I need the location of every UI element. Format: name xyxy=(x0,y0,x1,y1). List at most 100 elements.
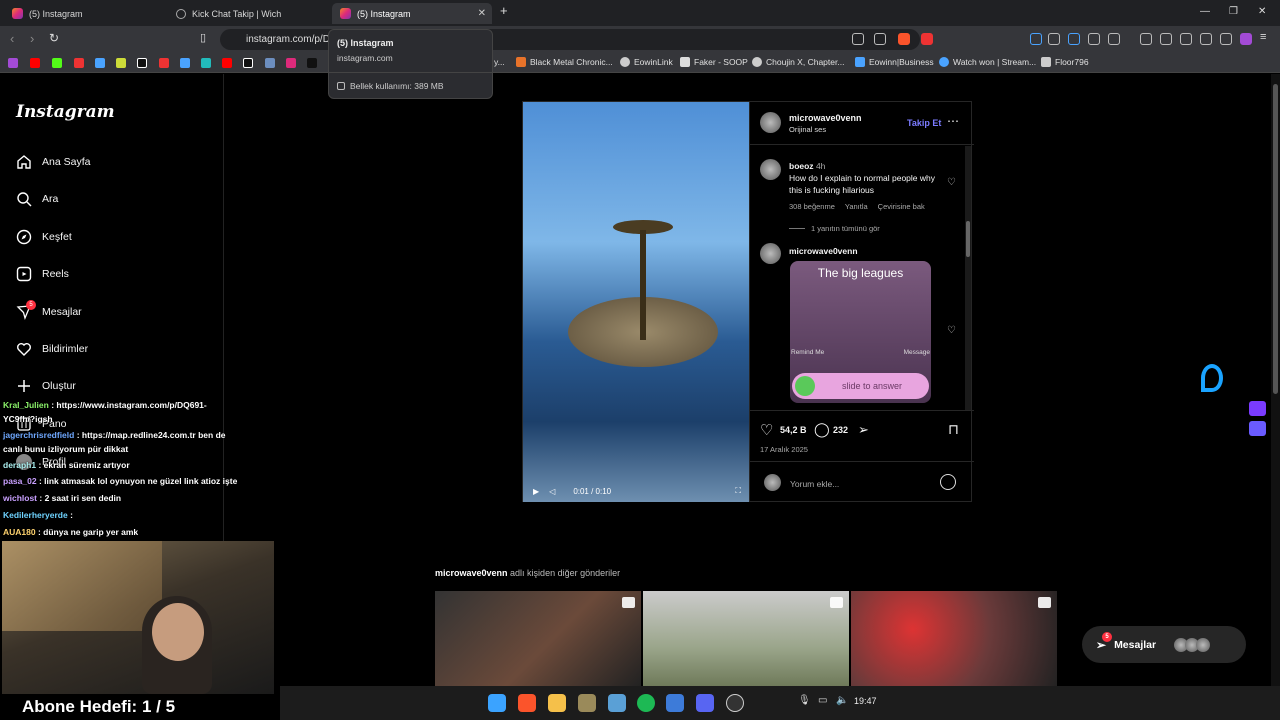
like-comment-icon[interactable]: ♡ xyxy=(947,325,956,336)
discord-icon[interactable] xyxy=(696,694,714,712)
tab-kick-chat[interactable]: Kick Chat Takip | Wich xyxy=(168,3,328,24)
bookmark-favicon[interactable] xyxy=(95,58,105,68)
reload-icon[interactable]: ↻ xyxy=(49,31,59,45)
obs-icon[interactable] xyxy=(726,694,744,712)
post-thumbnail[interactable] xyxy=(643,591,849,686)
network-icon[interactable]: ▭ xyxy=(818,695,827,706)
forward-icon[interactable]: › xyxy=(30,31,34,46)
bookmark-item[interactable]: Watch won | Stream... xyxy=(939,57,1036,67)
sidebar-item-home[interactable]: Ana Sayfa xyxy=(16,154,90,170)
post-thumbnail[interactable] xyxy=(851,591,1057,686)
spotify-icon[interactable] xyxy=(637,694,655,712)
extension-location-icon[interactable] xyxy=(1201,364,1223,392)
post-thumbnail[interactable] xyxy=(435,591,641,686)
extension-icon[interactable] xyxy=(1068,33,1080,45)
profile-icon[interactable] xyxy=(1240,33,1252,45)
x-icon[interactable] xyxy=(243,58,253,68)
sidebar-item-create[interactable]: Oluştur xyxy=(16,378,76,394)
follow-button[interactable]: Takip Et xyxy=(907,118,941,128)
bookmark-favicon[interactable] xyxy=(265,58,275,68)
app-icon[interactable] xyxy=(578,694,596,712)
view-replies-button[interactable]: 1 yanıtın tümünü gör xyxy=(789,224,880,233)
bookmark-favicon[interactable] xyxy=(116,58,126,68)
sidebar-item-explore[interactable]: Keşfet xyxy=(16,229,72,245)
share-icon[interactable]: ➢ xyxy=(858,422,869,438)
bookmark-item[interactable]: Eowinn|Business xyxy=(855,57,934,67)
bookmark-favicon[interactable] xyxy=(180,58,190,68)
tab-instagram-active[interactable]: (5) Instagram ✕ xyxy=(332,3,492,24)
volume-icon[interactable]: ◁ xyxy=(549,487,555,496)
share-icon[interactable] xyxy=(874,33,886,45)
new-tab-icon[interactable]: + xyxy=(500,3,508,18)
comment-icon[interactable]: ◯ xyxy=(814,421,830,438)
extension-side-icon[interactable] xyxy=(1249,401,1266,416)
reply-image[interactable]: The big leagues Remind Me Message slide … xyxy=(790,261,931,403)
fullscreen-icon[interactable]: ⛶ xyxy=(735,486,741,496)
open-external-icon[interactable] xyxy=(852,33,864,45)
post-video[interactable]: ▶ ◁ 0:01 / 0:10 ⛶ xyxy=(523,102,749,502)
like-icon[interactable]: ♡ xyxy=(760,421,773,439)
restore-icon[interactable]: ❐ xyxy=(1229,6,1238,17)
tiktok-icon[interactable] xyxy=(137,58,147,68)
brave-icon[interactable] xyxy=(518,694,536,712)
youtube-icon[interactable] xyxy=(222,58,232,68)
reply-button[interactable]: Yanıtla xyxy=(845,202,868,211)
bookmark-item[interactable]: Faker - SOOP xyxy=(680,57,748,67)
close-window-icon[interactable]: ✕ xyxy=(1258,6,1266,17)
comment-user[interactable]: boeoz xyxy=(789,161,814,171)
extension-translate-icon[interactable] xyxy=(1030,33,1042,45)
bookmark-item[interactable]: Choujin X, Chapter... xyxy=(752,57,844,67)
windows-start-icon[interactable] xyxy=(488,694,506,712)
sidebar-toggle-icon[interactable] xyxy=(1160,33,1172,45)
bookmark-item[interactable]: Black Metal Chronic... xyxy=(516,57,613,67)
sidebar-item-reels[interactable]: Reels xyxy=(16,266,69,282)
sidebar-item-notifications[interactable]: Bildirimler xyxy=(16,341,88,357)
instagram-icon[interactable] xyxy=(286,58,296,68)
page-scrollbar[interactable] xyxy=(1271,74,1280,686)
wallet-icon[interactable] xyxy=(1180,33,1192,45)
youtube-icon[interactable] xyxy=(30,58,40,68)
bookmark-icon[interactable]: ▯ xyxy=(200,31,206,44)
save-icon[interactable]: ⊓ xyxy=(948,421,959,438)
extension-side-icon[interactable] xyxy=(1249,421,1266,436)
comment-likes[interactable]: 308 beğenme xyxy=(789,202,835,211)
photos-icon[interactable] xyxy=(608,694,626,712)
close-tab-icon[interactable]: ✕ xyxy=(478,8,486,19)
menu-icon[interactable]: ≡ xyxy=(1260,31,1266,43)
bookmark-favicon[interactable] xyxy=(307,58,317,68)
bookmark-favicon[interactable] xyxy=(201,58,211,68)
extension-icon[interactable] xyxy=(1048,33,1060,45)
bookmark-item[interactable]: EowinLink xyxy=(620,57,673,67)
author-avatar[interactable] xyxy=(760,112,781,133)
address-bar[interactable]: instagram.com/p/DS xyxy=(220,29,920,50)
play-icon[interactable]: ▶ xyxy=(533,487,539,496)
like-count[interactable]: 54,2 B xyxy=(780,425,807,435)
bookmark-item[interactable]: Floor796 xyxy=(1041,57,1089,67)
comment-user[interactable]: microwave0venn xyxy=(789,246,858,256)
comment-input[interactable]: Yorum ekle... xyxy=(790,479,839,489)
volume-icon[interactable]: 🔈 xyxy=(836,695,848,706)
back-icon[interactable]: ‹ xyxy=(10,31,14,46)
bookmark-item-partial[interactable]: y... xyxy=(494,57,505,67)
extensions-puzzle-icon[interactable] xyxy=(1088,33,1100,45)
vpn-icon[interactable] xyxy=(1220,33,1232,45)
translate-button[interactable]: Çevirisine bak xyxy=(878,202,925,211)
bookmark-favicon[interactable] xyxy=(159,58,169,68)
minimize-icon[interactable]: — xyxy=(1200,6,1210,17)
file-explorer-icon[interactable] xyxy=(548,694,566,712)
instagram-logo[interactable]: Instagram xyxy=(16,102,115,122)
more-options-icon[interactable]: ⋯ xyxy=(947,114,959,128)
post-audio[interactable]: Orijinal ses xyxy=(789,125,826,134)
microphone-icon[interactable]: 🎙 xyxy=(798,695,811,706)
like-comment-icon[interactable]: ♡ xyxy=(947,177,956,188)
taskbar-clock[interactable]: 19:47 xyxy=(854,696,877,706)
media-icon[interactable] xyxy=(1140,33,1152,45)
leo-ai-icon[interactable] xyxy=(1200,33,1212,45)
app-icon[interactable] xyxy=(666,694,684,712)
bookmark-favicon[interactable] xyxy=(8,58,18,68)
kick-icon[interactable] xyxy=(52,58,62,68)
extension-icon[interactable] xyxy=(1108,33,1120,45)
brave-shield-icon[interactable] xyxy=(898,33,910,45)
emoji-icon[interactable] xyxy=(940,474,956,490)
comments-scrollbar[interactable] xyxy=(965,146,971,410)
